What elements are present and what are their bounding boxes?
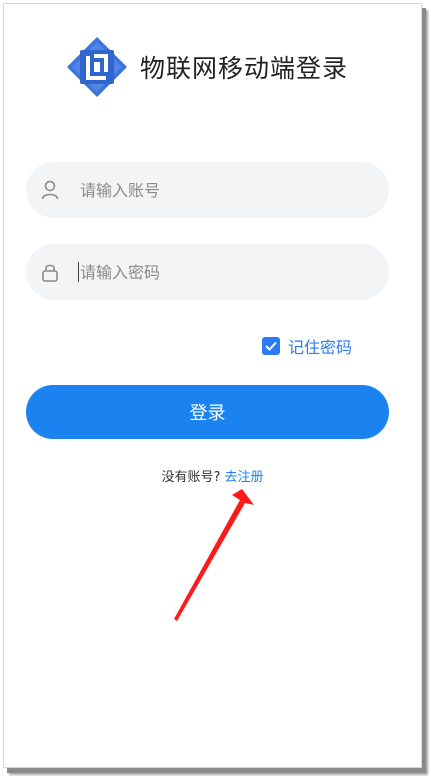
- user-icon: [40, 180, 60, 200]
- app-title: 物联网移动端登录: [140, 54, 349, 83]
- lock-icon: [40, 262, 60, 282]
- username-input[interactable]: [78, 179, 362, 201]
- register-prompt: 没有账号?: [161, 470, 221, 485]
- remember-label: 记住密码: [288, 338, 353, 357]
- login-header: 物联网移动端登录: [66, 36, 348, 98]
- remember-checkbox[interactable]: [262, 337, 280, 355]
- password-field[interactable]: [26, 244, 389, 300]
- remember-password-option[interactable]: 记住密码: [262, 334, 352, 358]
- register-prompt-row: 没有账号? 去注册: [4, 466, 421, 485]
- check-icon: [265, 341, 277, 351]
- username-field[interactable]: [26, 162, 389, 218]
- app-logo-icon: [67, 37, 127, 97]
- login-button[interactable]: 登录: [26, 385, 389, 439]
- register-link[interactable]: 去注册: [225, 470, 264, 485]
- phone-screen: 物联网移动端登录 记住密码 登录 没有账号? 去注: [3, 3, 422, 768]
- password-input[interactable]: [78, 261, 362, 283]
